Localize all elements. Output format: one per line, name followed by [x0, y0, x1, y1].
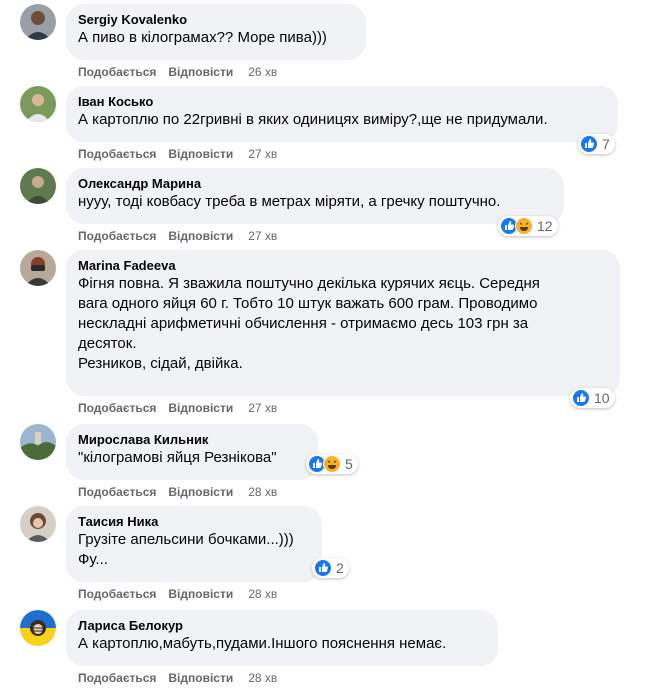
comment-time[interactable]: 28 хв — [248, 484, 277, 500]
comment-text: "кілограмові яйця Резнікова" — [78, 449, 277, 466]
reply-button[interactable]: Відповісти — [168, 586, 233, 602]
comment-time[interactable]: 27 хв — [248, 146, 277, 162]
comment-time[interactable]: 28 хв — [248, 586, 277, 602]
like-button[interactable]: Подобається — [78, 146, 156, 162]
comment-text: вага одного яйця 60 г. Тобто 10 штук важ… — [78, 295, 538, 312]
reaction-summary[interactable]: 2 — [312, 558, 349, 578]
comment-text: нескладні арифметичні обчислення - отрим… — [78, 315, 529, 332]
reaction-summary[interactable]: 7 — [578, 134, 615, 154]
comment-time[interactable]: 26 хв — [248, 64, 277, 80]
comment-text: Грузіте апельсини бочками...))) — [78, 531, 294, 548]
comment-author[interactable]: Іван Косько — [78, 94, 606, 110]
comment-bubble: Лариса Белокур А картоплю,мабуть,пудами.… — [66, 610, 498, 666]
like-button[interactable]: Подобається — [78, 400, 156, 416]
reaction-count: 2 — [336, 560, 344, 576]
reaction-count: 7 — [602, 136, 610, 152]
comment-author[interactable]: Олександр Марина — [78, 176, 552, 192]
comment-text: А пиво в кілограмах?? Море пива))) — [78, 29, 327, 46]
comment-author[interactable]: Sergiy Kovalenko — [78, 12, 354, 28]
avatar[interactable] — [20, 506, 56, 542]
like-icon — [314, 559, 332, 577]
comment-bubble: Олександр Марина нууу, тоді ковбасу треб… — [66, 168, 564, 224]
comment-text: Резников, сідай, двійка. — [78, 355, 243, 372]
comment-bubble: Marina Fadeeva Фігня повна. Я зважила по… — [66, 250, 620, 396]
comment-actions: Подобається Відповісти 27 хв — [78, 400, 277, 416]
reaction-summary[interactable]: 5 — [306, 454, 358, 474]
comment-text: А картоплю,мабуть,пудами.Іншого поясненн… — [78, 635, 447, 652]
like-icon — [572, 389, 590, 407]
comment-text: нууу, тоді ковбасу треба в метрах міряти… — [78, 193, 501, 210]
avatar[interactable] — [20, 168, 56, 204]
reaction-summary[interactable]: 12 — [498, 216, 558, 236]
reaction-summary[interactable]: 10 — [570, 388, 615, 408]
comment-text: Фу... — [78, 551, 108, 568]
reaction-count: 12 — [537, 218, 553, 234]
comment-author[interactable]: Мирослава Кильник — [78, 432, 306, 448]
like-button[interactable]: Подобається — [78, 586, 156, 602]
comment-bubble: Sergiy Kovalenko А пиво в кілограмах?? М… — [66, 4, 366, 60]
avatar[interactable] — [20, 250, 56, 286]
comment-actions: Подобається Відповісти 28 хв — [78, 586, 277, 602]
like-icon — [580, 135, 598, 153]
comment-author[interactable]: Лариса Белокур — [78, 618, 486, 634]
like-button[interactable]: Подобається — [78, 64, 156, 80]
comment-bubble: Таисия Ника Грузіте апельсини бочками...… — [66, 506, 322, 582]
avatar[interactable] — [20, 86, 56, 122]
avatar[interactable] — [20, 4, 56, 40]
reply-button[interactable]: Відповісти — [168, 64, 233, 80]
haha-icon — [323, 455, 341, 473]
reaction-count: 10 — [594, 390, 610, 406]
comment-actions: Подобається Відповісти 28 хв — [78, 670, 277, 686]
comment-text: десяток. — [78, 335, 137, 352]
comment-actions: Подобається Відповісти 26 хв — [78, 64, 277, 80]
comment-author[interactable]: Marina Fadeeva — [78, 258, 608, 274]
comment-time[interactable]: 28 хв — [248, 670, 277, 686]
like-button[interactable]: Подобається — [78, 670, 156, 686]
reply-button[interactable]: Відповісти — [168, 400, 233, 416]
reaction-count: 5 — [345, 456, 353, 472]
reply-button[interactable]: Відповісти — [168, 484, 233, 500]
like-button[interactable]: Подобається — [78, 228, 156, 244]
comment-bubble: Мирослава Кильник "кілограмові яйця Резн… — [66, 424, 318, 480]
comment-actions: Подобається Відповісти 27 хв — [78, 146, 277, 162]
reply-button[interactable]: Відповісти — [168, 146, 233, 162]
comment-actions: Подобається Відповісти 28 хв — [78, 484, 277, 500]
like-button[interactable]: Подобається — [78, 484, 156, 500]
comment-bubble: Іван Косько А картоплю по 22гривні в яки… — [66, 86, 618, 142]
haha-icon — [515, 217, 533, 235]
avatar[interactable] — [20, 610, 56, 646]
comment-text: Фігня повна. Я зважила поштучно декілька… — [78, 275, 540, 292]
comment-author[interactable]: Таисия Ника — [78, 514, 310, 530]
comment-actions: Подобається Відповісти 27 хв — [78, 228, 277, 244]
comment-time[interactable]: 27 хв — [248, 228, 277, 244]
reply-button[interactable]: Відповісти — [168, 670, 233, 686]
comment-time[interactable]: 27 хв — [248, 400, 277, 416]
avatar[interactable] — [20, 424, 56, 460]
comment-text: А картоплю по 22гривні в яких одиницях в… — [78, 111, 548, 128]
reply-button[interactable]: Відповісти — [168, 228, 233, 244]
